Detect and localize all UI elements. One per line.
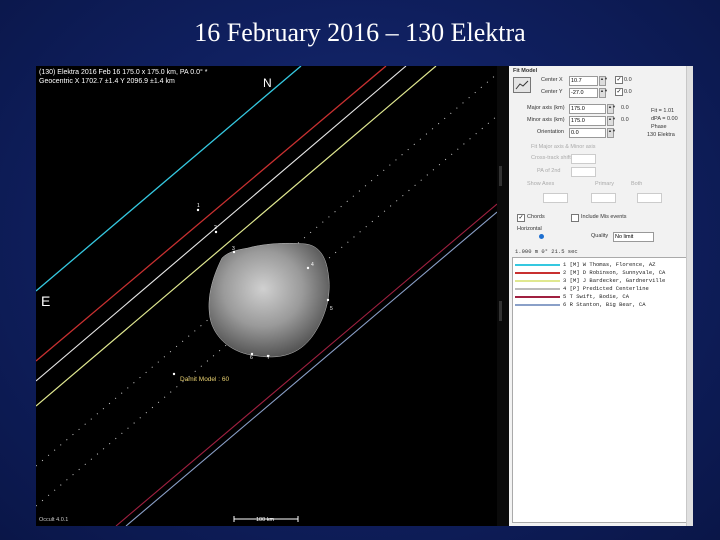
plot-canvas bbox=[36, 66, 497, 526]
horizontal-slider-thumb[interactable] bbox=[539, 234, 544, 239]
minor-axis-input[interactable]: 175.0 bbox=[569, 116, 606, 126]
series-swatch bbox=[515, 288, 560, 290]
center-x-step: 0.0 bbox=[624, 77, 632, 83]
major-axis-label: Major axis (km) bbox=[527, 105, 565, 111]
series-swatch bbox=[515, 280, 560, 282]
series-swatch bbox=[515, 264, 560, 266]
orientation-stepper[interactable]: ▲▼ bbox=[607, 128, 616, 138]
pa2-input[interactable] bbox=[571, 167, 596, 177]
chord-line-yellow bbox=[36, 66, 437, 407]
major-axis-stepper[interactable]: ▲▼ bbox=[607, 104, 616, 114]
event-marker bbox=[214, 230, 218, 234]
observer-text: 4 [P] Predicted Centerline bbox=[563, 285, 649, 292]
center-y-stepper[interactable]: ▲▼ bbox=[599, 88, 608, 98]
dpa-info: dPA = 0.00 bbox=[651, 116, 678, 122]
observer-text: 5 T Swift, Bodie, CA bbox=[563, 293, 630, 300]
object-info: 130 Elektra bbox=[647, 132, 675, 138]
major-axis-input[interactable]: 175.0 bbox=[569, 104, 606, 114]
chord-tag: 5 bbox=[330, 306, 333, 312]
chords-check[interactable]: ✓ bbox=[517, 214, 525, 222]
cross-track-label: Cross-track shift bbox=[531, 155, 571, 161]
list-item[interactable]: 3 [M] J Bardecker, Gardnerville bbox=[515, 277, 687, 284]
center-y-input[interactable]: -27.0 bbox=[569, 88, 598, 98]
minor-axis-step: 0.0 bbox=[621, 117, 629, 123]
show-axes-primary[interactable]: Primary bbox=[595, 181, 614, 187]
phase-info: Phase bbox=[651, 124, 667, 130]
model-label: Damit Model : 60 bbox=[180, 376, 230, 383]
scale-label: 100 km bbox=[256, 517, 275, 523]
chord-tag: 7 bbox=[267, 355, 270, 361]
quality-label: Quality bbox=[591, 233, 609, 239]
mis-events-check[interactable] bbox=[571, 214, 579, 222]
major-axis-step: 0.0 bbox=[621, 105, 629, 111]
fit-axes-option[interactable]: Fit Major axis & Minor axis bbox=[531, 144, 596, 150]
axis-value-3[interactable] bbox=[637, 193, 662, 203]
center-y-fix-check[interactable]: ✓ bbox=[615, 88, 623, 96]
series-swatch bbox=[515, 272, 560, 274]
list-item[interactable]: 6 R Stanton, Big Bear, CA bbox=[515, 301, 687, 308]
minor-axis-stepper[interactable]: ▲▼ bbox=[607, 116, 616, 126]
plot-footer-version: Occult 4.0.1 bbox=[39, 517, 69, 523]
observer-text: 2 [M] D Robinson, Sunnyvale, CA bbox=[563, 269, 666, 276]
fit-icon-button[interactable] bbox=[513, 77, 531, 93]
chord-tag: 2 bbox=[214, 225, 217, 231]
minor-axis-label: Minor axis (km) bbox=[527, 117, 565, 123]
show-axes-label: Show Axes bbox=[527, 181, 555, 187]
series-swatch bbox=[515, 296, 560, 298]
observer-text: 3 [M] J Bardecker, Gardnerville bbox=[563, 277, 666, 284]
series-swatch bbox=[515, 304, 560, 306]
list-item[interactable]: 5 T Swift, Bodie, CA bbox=[515, 293, 687, 300]
chord-tag: 4 bbox=[311, 262, 314, 268]
axis-value-1[interactable] bbox=[543, 193, 568, 203]
list-item[interactable]: 4 [P] Predicted Centerline bbox=[515, 285, 687, 292]
chart-fit-icon bbox=[515, 80, 529, 90]
event-marker bbox=[196, 208, 200, 212]
center-y-label: Center Y bbox=[541, 89, 563, 95]
list-item[interactable]: 2 [M] D Robinson, Sunnyvale, CA bbox=[515, 269, 687, 276]
panel-scrollbar[interactable] bbox=[686, 66, 693, 526]
center-x-label: Center X bbox=[541, 77, 563, 83]
horizontal-label: Horizontal bbox=[517, 226, 542, 232]
quality-select[interactable]: No limit bbox=[613, 232, 654, 242]
orientation-label: Orientation bbox=[537, 129, 564, 135]
list-item[interactable]: 1 [M] W Thomas, Florence, AZ bbox=[515, 261, 687, 268]
plot-header-line-1: (130) Elektra 2016 Feb 16 175.0 x 175.0 … bbox=[39, 69, 208, 76]
axis-value-2[interactable] bbox=[591, 193, 616, 203]
fit-info: Fit = 1.01 bbox=[651, 108, 675, 114]
slide-title: 16 February 2016 – 130 Elektra bbox=[194, 18, 526, 47]
observer-text: 6 R Stanton, Big Bear, CA bbox=[563, 301, 646, 308]
center-x-input[interactable]: 10.7 bbox=[569, 76, 598, 86]
list-header: 1.000 m 0° 21.5 sec bbox=[515, 248, 578, 255]
plot-scrollbar[interactable] bbox=[497, 66, 509, 526]
east-label: E bbox=[41, 293, 51, 309]
fit-model-panel: Fit Model Center X 10.7 ▲▼ ✓ 0.0 Center … bbox=[509, 66, 693, 526]
chords-label: Chords bbox=[527, 214, 545, 220]
cross-track-input[interactable] bbox=[571, 154, 596, 164]
show-axes-both[interactable]: Both bbox=[631, 181, 642, 187]
chord-tag: 6 bbox=[250, 355, 253, 361]
pa2-label: PA of 2nd bbox=[537, 168, 561, 174]
center-y-step: 0.0 bbox=[624, 89, 632, 95]
mis-events-label: Include Mis events bbox=[581, 214, 627, 220]
plot-header-line-2: Geocentric X 1702.7 ±1.4 Y 2096.9 ±1.4 k… bbox=[39, 78, 175, 85]
event-marker bbox=[172, 372, 176, 376]
orientation-input[interactable]: 0.0 bbox=[569, 128, 606, 138]
observer-list[interactable]: 1 [M] W Thomas, Florence, AZ 2 [M] D Rob… bbox=[512, 257, 690, 523]
occultation-plot: (130) Elektra 2016 Feb 16 175.0 x 175.0 … bbox=[36, 66, 497, 526]
center-x-fix-check[interactable]: ✓ bbox=[615, 76, 623, 84]
event-marker bbox=[326, 298, 330, 302]
chord-tag: 1 bbox=[197, 203, 200, 209]
asteroid-shape bbox=[208, 242, 330, 358]
center-x-stepper[interactable]: ▲▼ bbox=[599, 76, 608, 86]
north-label: N bbox=[263, 76, 272, 90]
panel-title: Fit Model bbox=[513, 68, 538, 74]
event-marker bbox=[306, 266, 310, 270]
chord-tag: 3 bbox=[232, 246, 235, 252]
observer-text: 1 [M] W Thomas, Florence, AZ bbox=[563, 261, 656, 268]
